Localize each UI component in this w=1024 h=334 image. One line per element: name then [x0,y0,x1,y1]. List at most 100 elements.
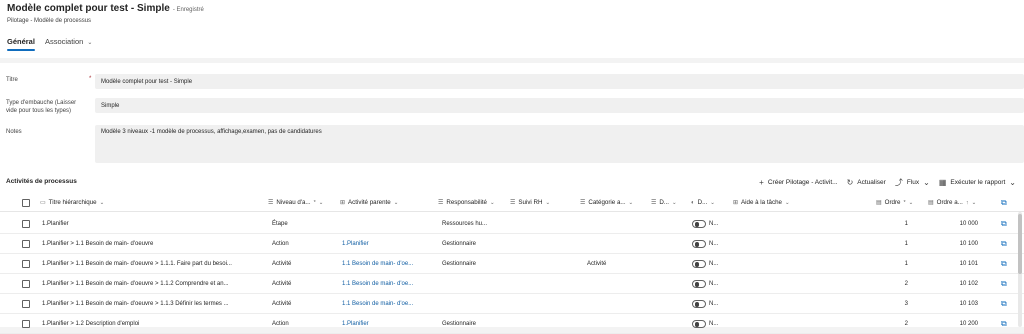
tab-association[interactable]: Association ⌄ [45,37,92,51]
table-row[interactable]: 1.Planifier > 1.2 Description d'emploi Ac… [0,314,1024,334]
refresh-label: Actualiser [857,179,886,186]
cell-toggle[interactable]: N... [692,274,728,294]
notes-label: Notes [6,129,22,135]
refresh-button[interactable]: ↻ Actualiser [847,178,886,187]
row-checkbox[interactable] [22,254,30,274]
activities-subgrid: Activités de processus + Créer Pilotage … [0,172,1024,334]
flow-button[interactable]: ⤴ Flux ⌄ [895,177,930,188]
cell-toggle[interactable]: N... [692,294,728,314]
grid-scrollbar[interactable] [1018,212,1022,327]
cell-activite-parente-link[interactable]: 1.1 Besoin de main- d'oe... [342,274,430,294]
col-ordre[interactable]: ▤ Ordre * ⌄ [876,199,922,206]
cell-niveau: Étape [272,221,288,227]
toggle-switch[interactable] [692,260,706,268]
row-checkbox[interactable] [22,314,30,334]
col-niveau-label: Niveau d'a... [276,199,311,206]
cell-toggle[interactable]: N... [692,234,728,254]
cell-categorie: Activité [587,261,607,267]
tab-general[interactable]: Général [7,37,35,51]
create-activity-button[interactable]: + Créer Pilotage - Activit... [759,178,837,187]
row-checkbox[interactable] [22,234,30,254]
table-row[interactable]: 1.Planifier > 1.1 Besoin de main- d'oeuv… [0,234,1024,254]
toggle-label: N... [709,261,719,267]
lookup-icon: ⊞ [733,200,739,206]
cell-categorie [587,294,647,314]
toggle-switch[interactable] [692,300,706,308]
open-record-button[interactable]: ⧉ [1001,314,1007,334]
open-record-button[interactable]: ⧉ [1001,274,1007,294]
list-icon: ☰ [268,200,274,206]
open-record-button[interactable]: ⧉ [1001,294,1007,314]
cell-niveau: Action [272,321,289,327]
select-all-checkbox[interactable] [22,198,30,207]
cell-responsabilite: Gestionnaire [442,261,477,267]
open-grid-button[interactable]: ⧉ [1001,198,1007,208]
col-responsabilite[interactable]: ☰ Responsabilité ⌄ [438,199,504,206]
cell-activite-parente-link[interactable]: 1.1 Besoin de main- d'oe... [342,294,430,314]
scrollbar-thumb[interactable] [1018,214,1022,274]
open-record-button[interactable]: ⧉ [1001,254,1007,274]
row-checkbox[interactable] [22,294,30,314]
col-titre-hierarchique[interactable]: ▭ Titre hiérarchique ⌄ [40,199,260,206]
col-niveau[interactable]: ☰ Niveau d'a... * ⌄ [268,199,334,206]
checkbox-icon [22,280,30,288]
cell-ordre-a: 10 102 [959,281,978,287]
cell-niveau: Activité [272,301,292,307]
col-d1[interactable]: ☰ D... ⌄ [651,199,685,206]
cell-activite-parente-link[interactable]: 1.Planifier [342,314,430,334]
cell-toggle[interactable]: N... [692,254,728,274]
cell-categorie [587,214,647,234]
row-checkbox[interactable] [22,214,30,234]
col-responsabilite-label: Responsabilité [446,199,487,206]
cell-titre: 1.Planifier [42,221,69,227]
open-in-new-icon: ⧉ [1001,319,1007,328]
col-suivi-rh[interactable]: ☰ Suivi RH ⌄ [510,199,570,206]
toggle-switch[interactable] [692,220,706,228]
cell-ordre: 1 [904,221,908,227]
cell-niveau: Activité [272,261,292,267]
cell-activite-parente-link[interactable]: 1.Planifier [342,234,430,254]
run-report-button[interactable]: ▦ Exécuter le rapport ⌄ [939,178,1016,187]
col-aide-label: Aide à la tâche [741,199,782,206]
notes-field[interactable]: Modèle 3 niveaux -1 modèle de processus,… [95,125,1024,163]
col-titre-label: Titre hiérarchique [48,199,97,206]
checkbox-icon [22,300,30,308]
toggle-column-icon: ◐ [691,199,695,206]
titre-label: Titre [6,77,18,83]
required-mark: * [313,199,316,206]
cell-toggle[interactable]: N... [692,314,728,334]
col-aide-tache[interactable]: ⊞ Aide à la tâche ⌄ [733,199,813,206]
titre-field[interactable]: Modèle complet pour test - Simple [95,74,1024,89]
toggle-switch[interactable] [692,240,706,248]
list-icon: ☰ [651,200,657,206]
col-categorie[interactable]: ☰ Catégorie a... ⌄ [580,199,646,206]
tab-bar: Général Association ⌄ [7,37,92,51]
col-d2[interactable]: ◐ D... ⌄ [691,199,729,206]
table-row[interactable]: 1.Planifier > 1.1 Besoin de main- d'oeuv… [0,254,1024,274]
cell-categorie [587,314,647,334]
required-mark: * [903,199,906,206]
chevron-down-icon: ⌄ [908,199,914,206]
open-record-button[interactable]: ⧉ [1001,214,1007,234]
col-d2-label: D... [697,199,708,206]
open-record-button[interactable]: ⧉ [1001,234,1007,254]
sort-ascending-icon: ↑ [965,199,969,206]
row-checkbox[interactable] [22,274,30,294]
checkbox-icon [22,240,30,248]
col-ordre-a[interactable]: ▤ Ordre a... ↑ ⌄ [928,199,994,206]
general-form: Titre * Modèle complet pour test - Simpl… [0,63,1024,177]
cell-activite-parente-link[interactable] [342,214,430,234]
table-row[interactable]: 1.Planifier > 1.1 Besoin de main- d'oeuv… [0,274,1024,294]
cell-toggle[interactable]: N... [692,214,728,234]
table-row[interactable]: 1.Planifier > 1.1 Besoin de main- d'oeuv… [0,294,1024,314]
checkbox-icon [22,220,30,228]
plus-icon: + [759,178,764,187]
toggle-label: N... [709,241,719,247]
col-activite-parente[interactable]: ⊞ Activité parente ⌄ [340,199,430,206]
cell-titre: 1.Planifier > 1.1 Besoin de main- d'oeuv… [42,301,229,307]
lookup-icon: ⊞ [340,200,346,206]
table-row[interactable]: 1.Planifier Étape Ressources hu... N... 1 10 … [0,214,1024,234]
cell-activite-parente-link[interactable]: 1.1 Besoin de main- d'oe... [342,254,430,274]
type-embauche-field[interactable]: Simple [95,98,1024,113]
toggle-switch[interactable] [692,280,706,288]
